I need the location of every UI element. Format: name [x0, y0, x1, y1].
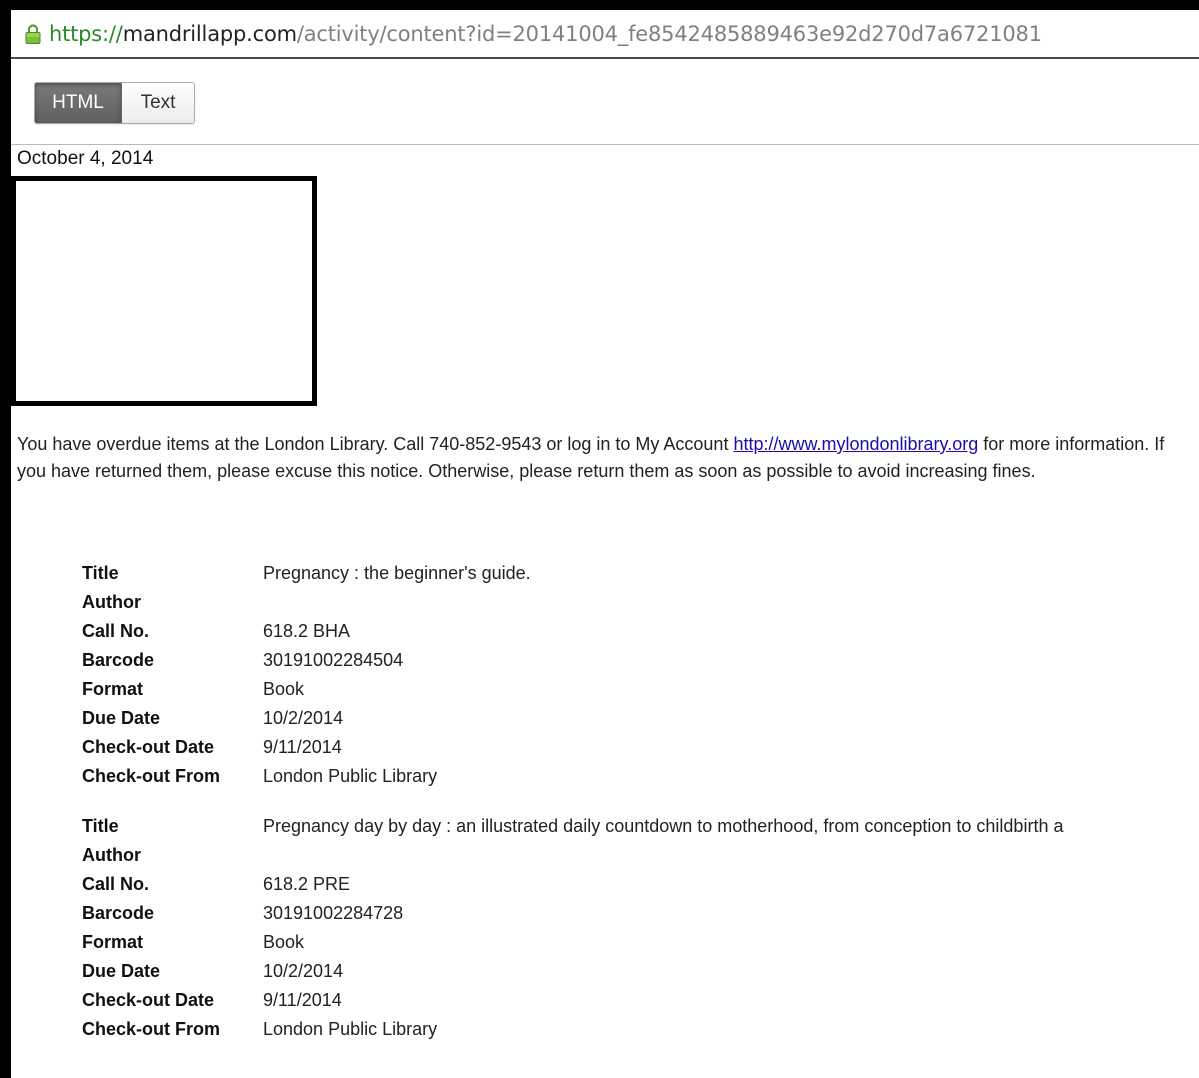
- checkout-date-value: 9/11/2014: [263, 990, 342, 1010]
- checkout-from-value: London Public Library: [263, 1019, 438, 1039]
- view-toolbar: HTML Text: [11, 59, 1199, 145]
- barcode-label: Barcode: [82, 650, 155, 670]
- item-row-title: Title Pregnancy : the beginner's guide.: [82, 559, 531, 588]
- author-label: Author: [82, 592, 141, 612]
- format-value: Book: [263, 932, 305, 952]
- title-value: Pregnancy : the beginner's guide.: [263, 563, 531, 583]
- item-row-checkout-date: Check-out Date 9/11/2014: [82, 986, 1063, 1015]
- checkout-from-value: London Public Library: [263, 766, 438, 786]
- url-host: mandrillapp.com: [122, 21, 297, 46]
- barcode-value: 30191002284728: [263, 903, 404, 923]
- item-row-barcode: Barcode 30191002284504: [82, 646, 531, 675]
- checkout-date-value: 9/11/2014: [263, 737, 342, 757]
- overdue-notice: You have overdue items at the London Lib…: [17, 431, 1193, 485]
- text-view-button[interactable]: Text: [122, 83, 194, 123]
- screenshot-frame: https://mandrillapp.com/activity/content…: [0, 0, 1199, 1078]
- logo-placeholder: [11, 176, 317, 406]
- item-row-checkout-date: Check-out Date 9/11/2014: [82, 733, 531, 762]
- item-row-due-date: Due Date 10/2/2014: [82, 704, 531, 733]
- library-link[interactable]: http://www.mylondonlibrary.org: [733, 434, 978, 454]
- item-row-format: Format Book: [82, 675, 531, 704]
- title-value: Pregnancy day by day : an illustrated da…: [263, 816, 1064, 836]
- url-scheme: https://: [49, 21, 123, 46]
- item-row-barcode: Barcode 30191002284728: [82, 899, 1063, 928]
- browser-window: https://mandrillapp.com/activity/content…: [11, 10, 1199, 1078]
- due-date-value: 10/2/2014: [263, 708, 344, 728]
- html-view-button[interactable]: HTML: [35, 83, 122, 123]
- item-row-format: Format Book: [82, 928, 1063, 957]
- format-label: Format: [82, 932, 144, 952]
- item-row-checkout-from: Check-out From London Public Library: [82, 762, 531, 791]
- view-toggle-group: HTML Text: [34, 82, 195, 124]
- checkout-from-label: Check-out From: [82, 766, 221, 786]
- call-no-value: 618.2 PRE: [263, 874, 351, 894]
- author-value: [263, 841, 1063, 870]
- checkout-from-label: Check-out From: [82, 1019, 221, 1039]
- author-label: Author: [82, 845, 141, 865]
- item-row-call-no: Call No. 618.2 BHA: [82, 617, 531, 646]
- item-row-due-date: Due Date 10/2/2014: [82, 957, 1063, 986]
- due-date-label: Due Date: [82, 708, 161, 728]
- barcode-label: Barcode: [82, 903, 155, 923]
- format-label: Format: [82, 679, 144, 699]
- notice-text: You have overdue items at the London Lib…: [17, 434, 734, 454]
- email-date: October 4, 2014: [17, 148, 154, 169]
- overdue-item: Title Pregnancy : the beginner's guide. …: [82, 559, 531, 791]
- url-text[interactable]: https://mandrillapp.com/activity/content…: [49, 22, 1042, 46]
- item-row-author: Author: [82, 841, 1063, 870]
- item-row-call-no: Call No. 618.2 PRE: [82, 870, 1063, 899]
- checkout-date-label: Check-out Date: [82, 737, 215, 757]
- author-value: [263, 588, 531, 617]
- item-row-author: Author: [82, 588, 531, 617]
- due-date-value: 10/2/2014: [263, 961, 344, 981]
- item-row-title: Title Pregnancy day by day : an illustra…: [82, 812, 1063, 841]
- call-no-label: Call No.: [82, 621, 150, 641]
- call-no-value: 618.2 BHA: [263, 621, 351, 641]
- email-content: October 4, 2014 You have overdue items a…: [11, 145, 1199, 1078]
- barcode-value: 30191002284504: [263, 650, 404, 670]
- checkout-date-label: Check-out Date: [82, 990, 215, 1010]
- item-row-checkout-from: Check-out From London Public Library: [82, 1015, 1063, 1044]
- lock-icon: [25, 23, 41, 45]
- title-label: Title: [82, 816, 119, 836]
- overdue-item: Title Pregnancy day by day : an illustra…: [82, 812, 1063, 1044]
- address-bar[interactable]: https://mandrillapp.com/activity/content…: [11, 10, 1199, 59]
- title-label: Title: [82, 563, 119, 583]
- due-date-label: Due Date: [82, 961, 161, 981]
- url-path: /activity/content?id=20141004_fe85424858…: [296, 21, 1042, 46]
- call-no-label: Call No.: [82, 874, 150, 894]
- format-value: Book: [263, 679, 305, 699]
